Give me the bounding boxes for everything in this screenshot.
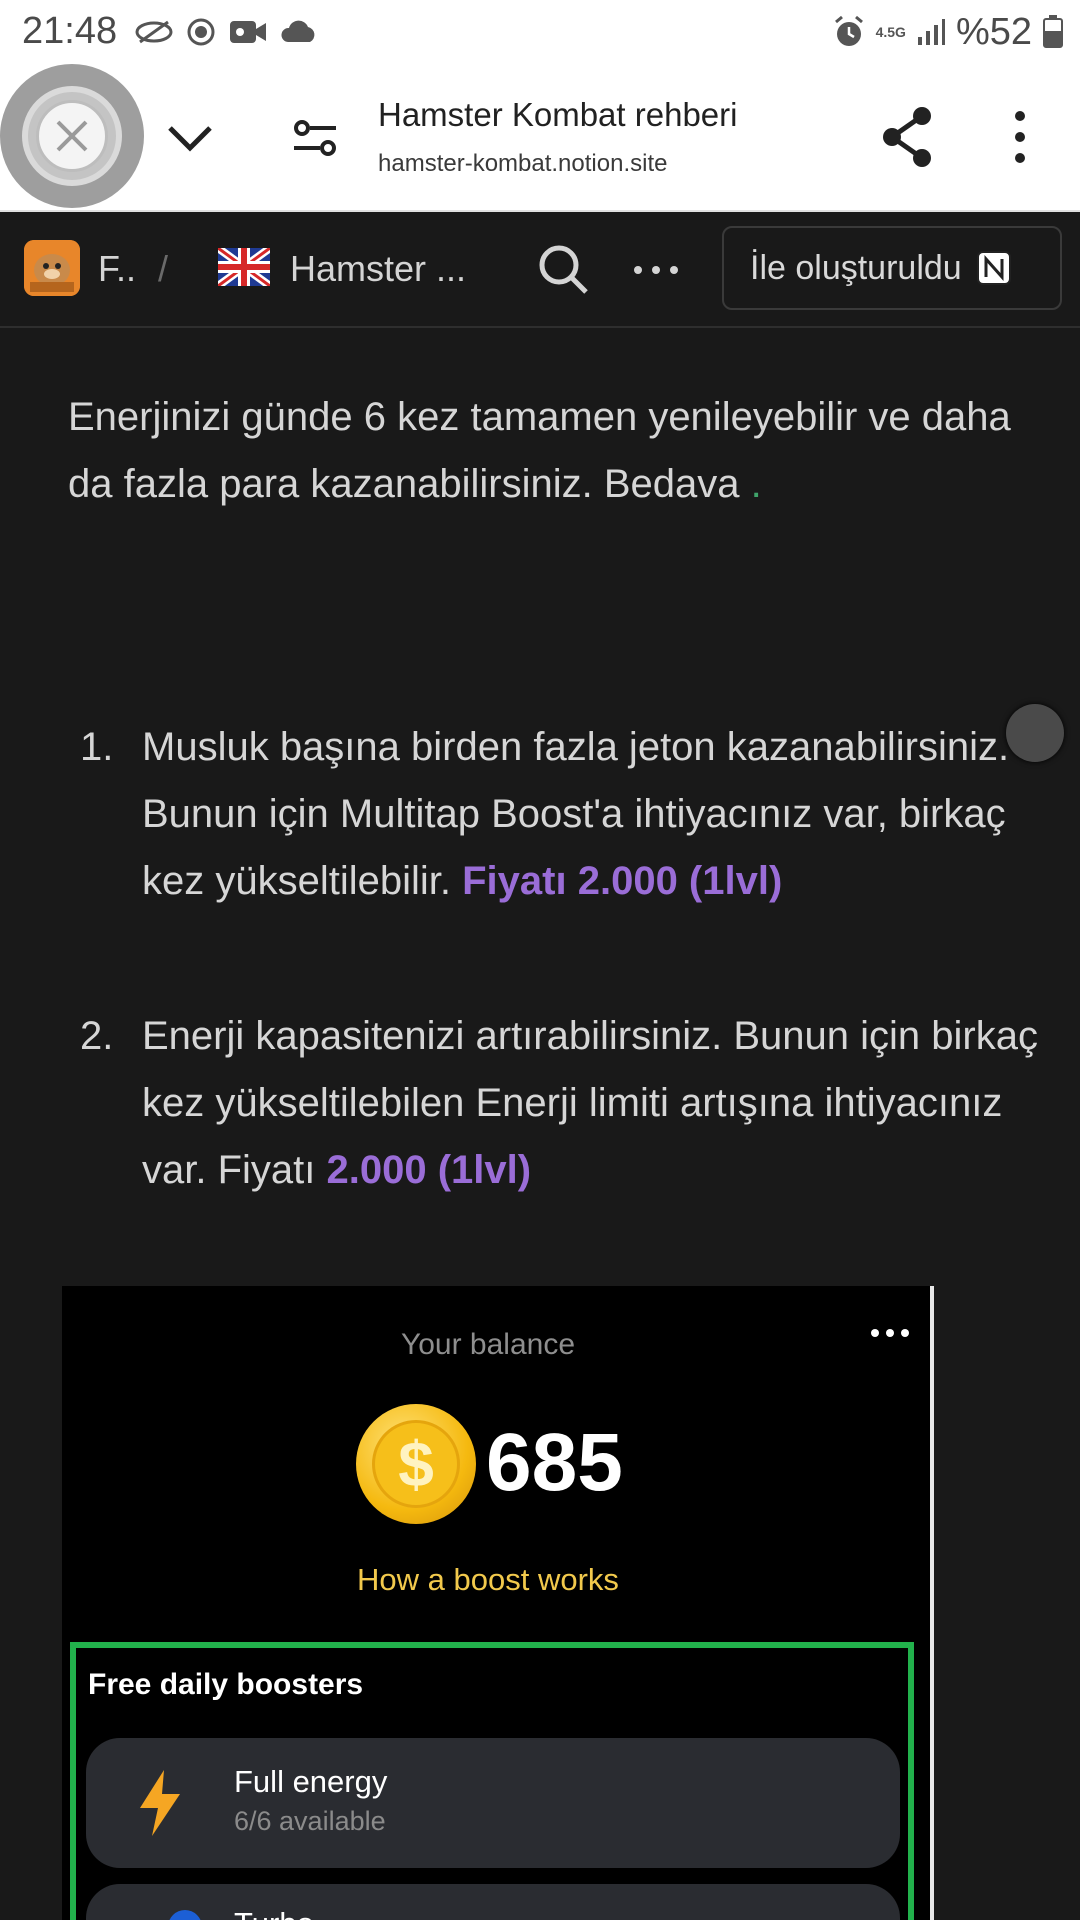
site-settings-button[interactable]: [288, 108, 344, 168]
cloud-icon: [281, 20, 315, 42]
balance-label: Your balance: [400, 1328, 576, 1361]
page-options-button[interactable]: [628, 252, 684, 288]
more-horizontal-icon: [634, 266, 678, 274]
search-icon: [539, 245, 588, 294]
made-with-notion-button[interactable]: İle oluşturuldu: [722, 226, 1062, 310]
booster-2-name: Turbo: [234, 1906, 314, 1920]
made-with-label: İle oluşturuldu: [750, 248, 962, 287]
page-title: Hamster Kombat rehberi: [378, 96, 738, 133]
how-boost-link: How a boost works: [357, 1562, 619, 1597]
free-daily-boosters-panel: Free daily boosters Full energy 6/6 avai…: [70, 1642, 914, 1920]
list-number-2: 2.: [80, 1014, 114, 1058]
tune-icon: [294, 120, 336, 156]
booster-name: Full energy: [234, 1764, 388, 1799]
network-type-label: 4.5G: [875, 24, 906, 40]
list-item-2-text: Enerji kapasitenizi artırabilirsiniz. Bu…: [142, 1014, 1038, 1192]
list-item-1: Musluk başına birden fazla jeton kazanab…: [142, 714, 1042, 915]
search-button[interactable]: [534, 240, 594, 300]
boosters-title: Free daily boosters: [88, 1668, 364, 1701]
more-vertical-icon: [1015, 111, 1025, 163]
full-energy-booster: Full energy 6/6 available: [86, 1738, 900, 1868]
coin-icon: $: [356, 1404, 476, 1524]
alarm-icon: [834, 15, 863, 46]
video-camera-icon: [230, 21, 266, 43]
booster-availability: 6/6 available: [234, 1806, 386, 1836]
close-icon: [36, 100, 108, 172]
status-time: 21:48: [22, 10, 118, 52]
page-url[interactable]: hamster-kombat.notion.site: [378, 150, 667, 178]
share-icon: [883, 107, 931, 167]
hamster-kombat-logo-icon[interactable]: [24, 240, 80, 296]
list-item-2: Enerji kapasitenizi artırabilirsiniz. Bu…: [142, 1003, 1042, 1204]
status-system-icons: 4.5G %52: [832, 10, 1064, 54]
status-bar: 21:48 4.5G %52: [0, 0, 1080, 64]
list-item-2-price: 2.000 (1lvl): [326, 1148, 532, 1192]
uk-flag-icon: [215, 244, 273, 290]
battery-percentage: %52: [955, 10, 1032, 53]
intro-paragraph: Enerjinizi günde 6 kez tamamen yenileyeb…: [68, 384, 1028, 518]
turbo-booster: Turbo: [86, 1884, 900, 1920]
list-item-1-price: Fiyatı 2.000 (1lvl): [462, 859, 783, 903]
signal-icon: [917, 19, 945, 45]
share-button[interactable]: [878, 104, 938, 170]
notion-logo-icon: [976, 251, 1011, 285]
record-icon: [187, 18, 215, 46]
battery-icon: [1043, 15, 1063, 48]
breadcrumb-current[interactable]: Hamster ...: [290, 248, 466, 290]
chevron-down-button[interactable]: [160, 108, 220, 168]
browser-toolbar: Hamster Kombat rehberi hamster-kombat.no…: [0, 64, 1080, 212]
more-options-button[interactable]: [1000, 104, 1040, 170]
lightning-icon: [140, 1770, 180, 1836]
intro-text: Enerjinizi günde 6 kez tamamen yenileyeb…: [68, 395, 1011, 506]
balance-value: 685: [486, 1417, 623, 1508]
coin-symbol: $: [372, 1420, 460, 1508]
status-notification-icons: [134, 14, 318, 50]
embedded-screenshot[interactable]: Your balance $ 685 How a boost works Fre…: [62, 1286, 934, 1920]
chevron-down-icon: [168, 126, 212, 152]
notion-header: F.. / Hamster ... İle oluşturuldu: [0, 212, 1080, 328]
list-number-1: 1.: [80, 725, 114, 769]
breadcrumb-parent[interactable]: F..: [98, 248, 136, 290]
breadcrumb-separator: /: [158, 248, 169, 289]
close-tab-button[interactable]: [0, 64, 144, 208]
turbo-icon: [168, 1910, 202, 1920]
eye-off-icon: [135, 20, 173, 44]
intro-dot: .: [750, 462, 762, 506]
